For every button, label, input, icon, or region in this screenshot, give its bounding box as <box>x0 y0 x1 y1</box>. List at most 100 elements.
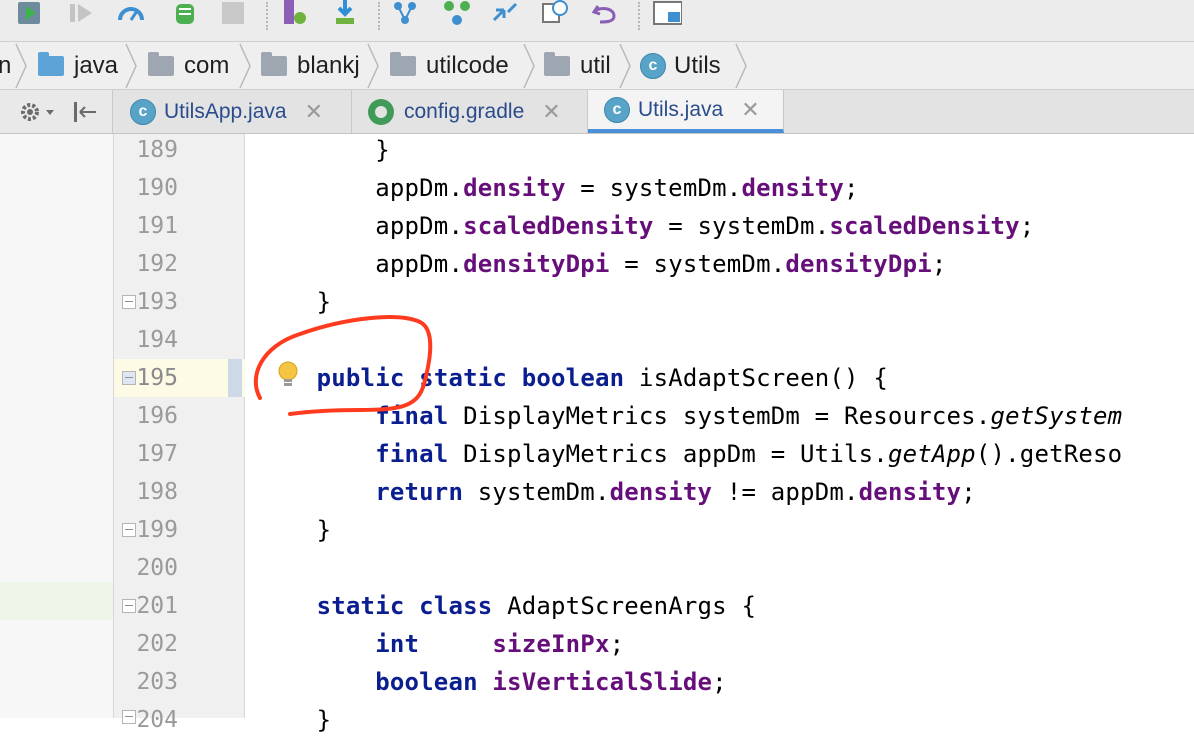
code-text: systemDm. <box>463 478 610 506</box>
code-text: } <box>258 288 332 316</box>
line-number[interactable]: 192 <box>114 245 178 283</box>
tab-config-gradle[interactable]: config.gradle ✕ <box>352 90 588 133</box>
code-text: } <box>258 516 332 544</box>
line-number[interactable]: 198 <box>114 473 178 511</box>
layout-icon[interactable] <box>652 0 682 28</box>
code-field: isVerticalSlide <box>492 668 713 696</box>
code-text: isAdaptScreen() { <box>624 364 888 392</box>
code-text: appDm. <box>258 250 464 278</box>
code-text: getSystem <box>990 402 1123 430</box>
breadcrumb-item-java[interactable]: java <box>38 42 118 89</box>
breadcrumb-item-utils[interactable]: c Utils <box>640 42 721 89</box>
breadcrumb-label: utilcode <box>426 51 509 79</box>
code-text: getApp <box>887 440 976 468</box>
history-icon[interactable] <box>540 0 570 28</box>
tab-utils[interactable]: c Utils.java ✕ <box>588 90 784 133</box>
gear-icon[interactable] <box>18 100 58 124</box>
vcs-pull-icon[interactable] <box>490 0 520 28</box>
fold-marker-icon[interactable] <box>122 523 136 537</box>
line-number[interactable]: 194 <box>114 321 178 359</box>
line-number[interactable]: 191 <box>114 207 178 245</box>
code-line[interactable]: } <box>258 511 331 549</box>
line-number[interactable]: 200 <box>114 549 178 587</box>
folder-icon <box>148 51 174 76</box>
vcs-branch-icon[interactable] <box>390 0 420 28</box>
fold-marker-icon[interactable] <box>122 295 136 309</box>
breadcrumb-label: util <box>580 51 611 79</box>
line-number[interactable]: 203 <box>114 663 178 701</box>
lightbulb-icon[interactable] <box>276 360 300 390</box>
toolbar-separator <box>378 2 380 30</box>
profiler-icon[interactable] <box>116 0 146 28</box>
line-number[interactable]: 196 <box>114 397 178 435</box>
breadcrumb-item-util[interactable]: util <box>544 42 611 89</box>
fold-marker-icon[interactable] <box>122 599 136 613</box>
breadcrumb-chevron-icon <box>523 43 535 89</box>
breadcrumb-item-com[interactable]: com <box>148 42 229 89</box>
code-line[interactable]: int sizeInPx; <box>258 625 624 663</box>
hide-panel-icon[interactable] <box>72 100 102 124</box>
run-icon[interactable] <box>14 0 44 28</box>
code-line[interactable]: return systemDm.density != appDm.density… <box>258 473 976 511</box>
code-line[interactable]: final DisplayMetrics appDm = Utils.getAp… <box>258 435 1122 473</box>
folder-icon <box>544 51 570 76</box>
code-line[interactable]: appDm.densityDpi = systemDm.densityDpi; <box>258 245 947 283</box>
line-number[interactable]: 202 <box>114 625 178 663</box>
breadcrumb-chevron-icon <box>367 43 379 89</box>
breadcrumb-label: java <box>74 51 119 79</box>
breadcrumb-item[interactable]: n <box>0 42 11 89</box>
breadcrumb-item-blankj[interactable]: blankj <box>261 42 360 89</box>
undo-icon[interactable] <box>590 0 620 28</box>
breadcrumb-chevron-icon <box>239 43 251 89</box>
main-toolbar <box>0 0 1194 42</box>
code-keyword: final <box>375 402 449 430</box>
code-line[interactable]: } <box>258 131 390 169</box>
stop-icon[interactable] <box>218 0 248 28</box>
code-line[interactable]: final DisplayMetrics systemDm = Resource… <box>258 397 1122 435</box>
code-keyword: static <box>419 364 508 392</box>
code-text: appDm. <box>258 174 464 202</box>
code-field: density <box>858 478 962 506</box>
selected-tree-row[interactable] <box>0 582 113 620</box>
fold-marker-icon[interactable] <box>122 710 136 724</box>
class-icon: c <box>604 96 630 123</box>
fold-marker-icon[interactable] <box>122 371 136 385</box>
breadcrumb-label: n <box>0 51 12 79</box>
tab-utilsapp[interactable]: c UtilsApp.java ✕ <box>114 90 352 133</box>
code-line[interactable]: } <box>258 701 331 739</box>
line-number[interactable]: 190 <box>114 169 178 207</box>
line-number[interactable]: 197 <box>114 435 178 473</box>
code-field: sizeInPx <box>492 630 610 658</box>
code-line[interactable]: public static boolean isAdaptScreen() { <box>258 359 888 397</box>
project-panel[interactable] <box>0 134 114 718</box>
vcs-merge-icon[interactable] <box>442 0 472 28</box>
sdk-download-icon[interactable] <box>330 0 360 28</box>
code-text: = systemDm. <box>609 250 786 278</box>
code-field: density <box>609 478 713 506</box>
code-line[interactable]: } <box>258 283 331 321</box>
code-text: ; <box>931 250 947 278</box>
close-icon[interactable]: ✕ <box>542 99 560 125</box>
code-line[interactable]: boolean isVerticalSlide; <box>258 663 727 701</box>
code-field: density <box>463 174 566 202</box>
class-icon: c <box>130 98 156 125</box>
breadcrumb-item-utilcode[interactable]: utilcode <box>390 42 509 89</box>
close-icon[interactable]: ✕ <box>741 97 759 123</box>
code-text: AdaptScreenArgs { <box>492 592 757 620</box>
code-keyword: int <box>375 630 420 658</box>
code-line[interactable]: appDm.density = systemDm.density; <box>258 169 859 207</box>
code-keyword: boolean <box>375 668 478 696</box>
code-line[interactable]: appDm.scaledDensity = systemDm.scaledDen… <box>258 207 1034 245</box>
code-text: = systemDm. <box>653 212 830 240</box>
run-disabled-icon[interactable] <box>66 0 96 28</box>
sync-android-icon[interactable] <box>280 0 310 28</box>
close-icon[interactable]: ✕ <box>305 99 323 125</box>
code-line[interactable]: static class AdaptScreenArgs { <box>258 587 756 625</box>
debug-android-icon[interactable] <box>170 0 200 28</box>
line-number[interactable]: 189 <box>114 131 178 169</box>
